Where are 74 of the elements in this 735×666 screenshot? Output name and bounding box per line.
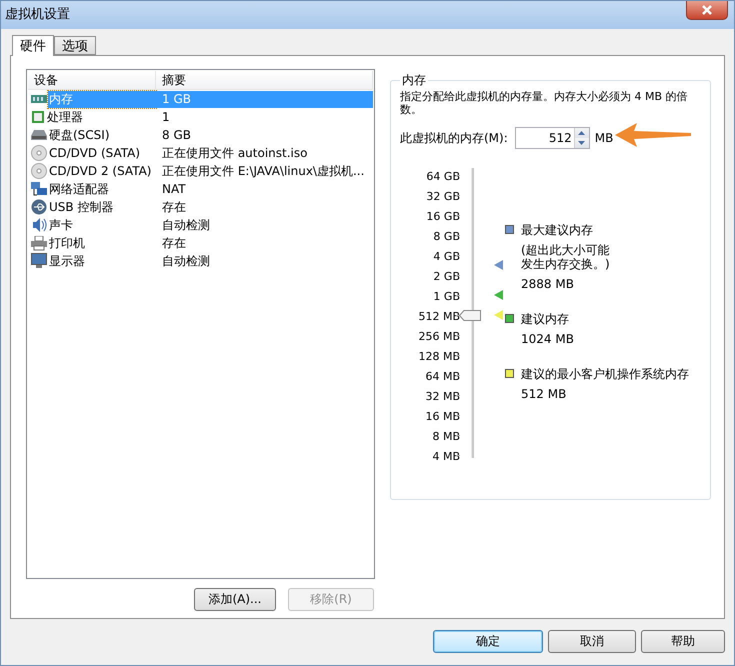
device-summary[interactable]: 8 GB xyxy=(156,126,373,144)
network-icon xyxy=(31,181,47,197)
scale-label: 32 MB xyxy=(424,390,460,405)
memory-icon xyxy=(31,93,47,105)
help-button[interactable]: 帮助 xyxy=(641,630,725,653)
device-name[interactable]: 硬盘(SCSI) xyxy=(48,126,156,144)
scale-label: 256 MB xyxy=(417,330,460,345)
close-icon xyxy=(701,5,713,15)
marker-icon xyxy=(494,260,503,270)
description: 指定分配给此虚拟机的内存量。内存大小必须为 4 MB 的倍数。 xyxy=(400,90,689,116)
ok-button[interactable]: 确定 xyxy=(433,630,543,653)
unit-label: MB xyxy=(594,131,614,145)
add-button[interactable]: 添加(A)... xyxy=(194,588,276,611)
legend-value: 1024 MB xyxy=(521,332,575,346)
scale-label: 64 MB xyxy=(424,370,460,385)
scale-label: 2 GB xyxy=(432,270,460,285)
memory-spinner[interactable]: 512 xyxy=(514,127,590,149)
legend-note: (超出此大小可能发生内存交换。) xyxy=(521,243,611,271)
device-name[interactable]: USB 控制器 xyxy=(48,198,156,216)
legend-label: 建议内存 xyxy=(521,312,570,326)
increment-button[interactable] xyxy=(574,128,589,138)
marker-icon xyxy=(494,290,503,300)
monitor-icon xyxy=(31,253,47,269)
device-name[interactable]: 声卡 xyxy=(48,216,156,234)
scale-label: 8 GB xyxy=(432,230,460,245)
device-summary[interactable]: NAT xyxy=(156,180,373,198)
window-title: 虚拟机设置 xyxy=(5,6,70,23)
device-name[interactable]: 显示器 xyxy=(48,252,156,270)
scale-label: 4 GB xyxy=(432,250,460,265)
field-label: 此虚拟机的内存(M): xyxy=(400,130,508,146)
device-name[interactable]: CD/DVD (SATA) xyxy=(48,144,156,162)
speaker-icon xyxy=(31,217,47,233)
scale-label: 8 MB xyxy=(431,430,460,445)
scale-label: 32 GB xyxy=(425,190,460,205)
disc-icon xyxy=(31,145,47,161)
slider-thumb[interactable] xyxy=(459,310,481,321)
device-summary[interactable]: 自动检测 xyxy=(156,216,373,234)
device-summary[interactable]: 存在 xyxy=(156,234,373,252)
column-header[interactable]: 设备 xyxy=(28,71,156,89)
arrow-icon xyxy=(615,123,692,147)
device-name[interactable]: 网络适配器 xyxy=(48,180,156,198)
tab[interactable]: 选项 xyxy=(54,36,96,55)
marker-icon xyxy=(494,310,503,320)
scale-label: 64 GB xyxy=(425,170,460,185)
scale-label: 16 GB xyxy=(425,210,460,225)
scale-label: 128 MB xyxy=(417,350,460,365)
chip-icon xyxy=(31,110,45,124)
device-summary[interactable]: 1 xyxy=(156,108,373,126)
cancel-button[interactable]: 取消 xyxy=(548,630,636,653)
legend-label: 建议的最小客户机操作系统内存 xyxy=(521,367,689,381)
group-title: 内存 xyxy=(401,72,427,89)
legend-label: 最大建议内存 xyxy=(521,223,594,237)
down-arrow-icon xyxy=(578,141,586,145)
printer-icon xyxy=(31,236,47,250)
tab[interactable]: 硬件 xyxy=(12,35,54,56)
legend-value: 512 MB xyxy=(521,387,568,401)
device-summary[interactable]: 自动检测 xyxy=(156,252,373,270)
up-arrow-icon xyxy=(578,131,586,135)
close-button[interactable] xyxy=(686,1,728,20)
scale-label: 16 MB xyxy=(424,410,460,425)
device-summary[interactable]: 存在 xyxy=(156,198,373,216)
device-summary[interactable]: 正在使用文件 autoinst.iso xyxy=(156,144,373,162)
device-summary[interactable]: 正在使用文件 E:\JAVA\linux\虚拟机... xyxy=(156,162,373,180)
device-name[interactable]: 打印机 xyxy=(48,234,156,252)
legend-value: 2888 MB xyxy=(521,277,575,291)
decrement-button[interactable] xyxy=(574,138,589,148)
usb-icon xyxy=(31,199,47,215)
device-name[interactable]: CD/DVD 2 (SATA) xyxy=(48,162,156,180)
scale-label: 1 GB xyxy=(432,290,460,305)
disc-icon xyxy=(31,163,47,179)
scale-label: 512 MB xyxy=(417,310,460,325)
scale-label: 4 MB xyxy=(431,450,460,465)
device-name[interactable]: 处理器 xyxy=(46,108,156,126)
column-header[interactable]: 摘要 xyxy=(156,71,373,89)
